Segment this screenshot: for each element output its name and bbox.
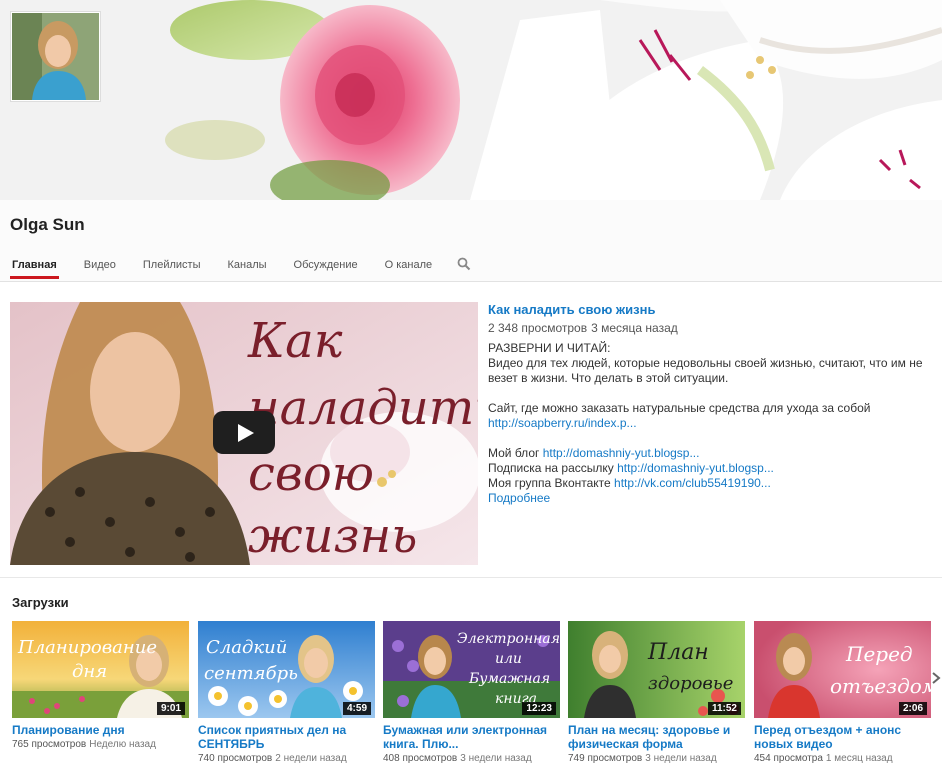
video-duration: 12:23 (522, 702, 556, 715)
channel-tabs: Главная Видео Плейлисты Каналы Обсуждени… (10, 256, 471, 279)
play-button[interactable] (213, 411, 275, 454)
thumb-text: План (647, 640, 709, 665)
video-card[interactable]: Электронная или Бумажная книга 12:23 Бум… (383, 621, 561, 764)
thumb-text: отъездом (830, 674, 931, 698)
tab-channels[interactable]: Каналы (226, 256, 269, 279)
upload-age: 3 недели назад (460, 753, 532, 764)
video-meta: 408 просмотров 3 недели назад (383, 753, 561, 764)
chevron-right-icon[interactable] (930, 671, 942, 685)
upload-age: 2 недели назад (275, 753, 347, 764)
group-label: Моя группа Вконтакте (488, 476, 611, 490)
view-count: 2 348 просмотров (488, 321, 588, 335)
video-title[interactable]: План на месяц: здоровье и физическая фор… (568, 723, 746, 751)
blog-link[interactable]: http://domashniy-yut.blogsp... (543, 446, 700, 460)
video-meta: 749 просмотров 3 недели назад (568, 753, 746, 764)
video-meta: 765 просмотров Неделю назад (12, 739, 190, 750)
view-count: 454 просмотра (754, 753, 823, 764)
thumb-text-line-1: Как (247, 313, 343, 369)
video-meta: 740 просмотров 2 недели назад (198, 753, 376, 764)
banner-flowers-image (0, 0, 942, 200)
view-count: 740 просмотров (198, 753, 273, 764)
video-thumbnail[interactable]: Электронная или Бумажная книга 12:23 (383, 621, 560, 718)
site-link[interactable]: http://soapberry.ru/index.p... (488, 416, 637, 430)
thumb-text: или (495, 651, 522, 667)
view-count: 408 просмотров (383, 753, 458, 764)
video-title[interactable]: Перед отъездом + анонс новых видео (754, 723, 932, 751)
view-count: 765 просмотров (12, 739, 87, 750)
video-duration: 11:52 (707, 702, 741, 715)
featured-video-section: Как наладить свою жизнь Как наладить сво… (0, 283, 942, 578)
tab-about[interactable]: О канале (383, 256, 435, 279)
subscribe-label: Подписка на рассылку (488, 461, 614, 475)
view-count: 749 просмотров (568, 753, 643, 764)
video-card[interactable]: Сладкий сентябрь 4:59 Список приятных де… (198, 621, 376, 764)
upload-age: Неделю назад (89, 739, 156, 750)
video-thumbnail[interactable]: Перед отъездом 2:06 (754, 621, 931, 718)
desc-heading: РАЗВЕРНИ И ЧИТАЙ: (488, 341, 611, 355)
thumb-text-line-4: жизнь (248, 508, 417, 564)
search-icon[interactable] (457, 257, 471, 271)
video-title[interactable]: Бумажная или электронная книга. Плю... (383, 723, 561, 751)
thumb-text-line-2: наладить (248, 380, 478, 436)
video-card[interactable]: Перед отъездом 2:06 Перед отъездом + ано… (754, 621, 932, 764)
video-duration: 2:06 (898, 702, 927, 715)
group-link[interactable]: http://vk.com/club55419190... (614, 476, 771, 490)
desc-text: Видео для тех людей, которые недовольны … (488, 356, 923, 385)
tab-videos[interactable]: Видео (82, 256, 118, 279)
blog-label: Мой блог (488, 446, 540, 460)
featured-video-title[interactable]: Как наладить свою жизнь (488, 302, 928, 317)
upload-age: 1 месяц назад (825, 753, 893, 764)
thumb-text: сентябрь (204, 663, 298, 684)
thumb-text: Сладкий (206, 637, 287, 658)
channel-banner (0, 0, 942, 200)
uploads-shelf: Планирование дня 9:01 Планирование дня 7… (12, 621, 942, 774)
subscribe-link[interactable]: http://domashniy-yut.blogsp... (617, 461, 774, 475)
read-more-link[interactable]: Подробнее (488, 491, 550, 505)
featured-video-description: РАЗВЕРНИ И ЧИТАЙ: Видео для тех людей, к… (488, 341, 928, 506)
thumb-text-line-3: свою (248, 446, 374, 502)
tab-discussion[interactable]: Обсуждение (292, 256, 360, 279)
featured-video-meta: 2 348 просмотров 3 месяца назад (488, 321, 928, 336)
tab-home[interactable]: Главная (10, 256, 59, 279)
thumb-text: здоровье (648, 673, 733, 694)
tab-playlists[interactable]: Плейлисты (141, 256, 203, 279)
desc-site-text: Сайт, где можно заказать натуральные сре… (488, 401, 871, 415)
video-duration: 4:59 (342, 702, 371, 715)
video-card[interactable]: Планирование дня 9:01 Планирование дня 7… (12, 621, 190, 750)
thumb-text: Электронная (457, 631, 560, 647)
featured-video-info: Как наладить свою жизнь 2 348 просмотров… (488, 302, 928, 506)
channel-header: Olga Sun Главная Видео Плейлисты Каналы … (0, 200, 942, 282)
video-title[interactable]: Список приятных дел на СЕНТЯБРЬ (198, 723, 376, 751)
video-thumbnail[interactable]: Сладкий сентябрь 4:59 (198, 621, 375, 718)
avatar-photo (12, 13, 99, 100)
thumb-text: Перед (845, 642, 913, 666)
upload-age: 3 месяца назад (591, 321, 678, 335)
channel-avatar[interactable] (10, 11, 101, 102)
video-duration: 9:01 (156, 702, 185, 715)
video-card[interactable]: План здоровье 11:52 План на месяц: здоро… (568, 621, 746, 764)
video-title[interactable]: Планирование дня (12, 723, 190, 737)
video-thumbnail[interactable]: Планирование дня 9:01 (12, 621, 189, 718)
video-thumbnail[interactable]: План здоровье 11:52 (568, 621, 745, 718)
uploads-heading[interactable]: Загрузки (12, 595, 69, 610)
video-meta: 454 просмотра 1 месяц назад (754, 753, 932, 764)
channel-name[interactable]: Olga Sun (10, 215, 85, 235)
featured-video-player[interactable]: Как наладить свою жизнь (10, 302, 478, 565)
thumb-text: Планирование (17, 637, 157, 658)
thumb-text: Бумажная (468, 671, 550, 687)
thumb-text: дня (72, 661, 107, 682)
upload-age: 3 недели назад (645, 753, 717, 764)
